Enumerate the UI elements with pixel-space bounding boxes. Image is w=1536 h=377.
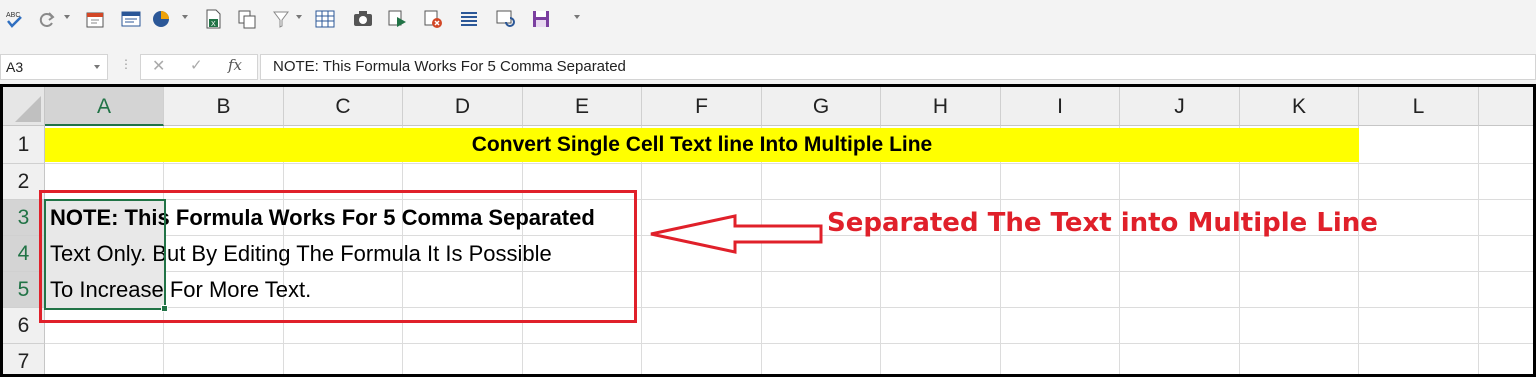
column-header-a[interactable]: A	[45, 87, 164, 126]
stop-icon[interactable]	[422, 8, 444, 30]
column-header-c[interactable]: C	[284, 87, 403, 126]
cell-b1-title[interactable]: Convert Single Cell Text line Into Multi…	[45, 128, 1359, 162]
annotation-text: Separated The Text into Multiple Line	[827, 208, 1378, 238]
column-header-i[interactable]: I	[1001, 87, 1120, 126]
spelling-icon[interactable]: ABC	[4, 8, 26, 30]
insert-function-icon[interactable]: fx	[228, 56, 242, 74]
formula-bar-grip-icon: ⋮	[120, 57, 132, 71]
calendar-icon[interactable]	[84, 8, 106, 30]
column-header-f[interactable]: F	[642, 87, 762, 126]
redo-icon[interactable]	[36, 8, 58, 30]
name-box-dropdown-icon[interactable]	[94, 65, 100, 69]
row-header-7[interactable]: 7	[3, 344, 45, 374]
quick-access-toolbar: ABC X	[0, 0, 1536, 40]
formula-input[interactable]: NOTE: This Formula Works For 5 Comma Sep…	[260, 54, 1536, 80]
cancel-icon[interactable]: ✕	[152, 56, 165, 76]
worksheet-grid[interactable]: ABCDEFGHIJKLM 1234567 Convert Single Cel…	[0, 84, 1536, 377]
pie-chart-icon[interactable]	[150, 8, 172, 30]
copy-icon[interactable]	[236, 8, 258, 30]
column-header-j[interactable]: J	[1120, 87, 1240, 126]
form-icon[interactable]	[120, 8, 142, 30]
export-excel-icon[interactable]: X	[202, 8, 224, 30]
column-header-g[interactable]: G	[762, 87, 881, 126]
column-header-b[interactable]: B	[164, 87, 284, 126]
redo-dropdown-icon[interactable]	[64, 15, 70, 19]
column-header-e[interactable]: E	[523, 87, 642, 126]
column-header-k[interactable]: K	[1240, 87, 1359, 126]
row-header-1[interactable]: 1	[3, 126, 45, 164]
column-header-m[interactable]: M	[1479, 87, 1533, 126]
refresh-icon[interactable]	[494, 8, 516, 30]
column-header-d[interactable]: D	[403, 87, 523, 126]
column-header-l[interactable]: L	[1359, 87, 1479, 126]
svg-text:X: X	[211, 21, 216, 28]
arrow-icon	[650, 214, 823, 254]
customize-icon[interactable]	[574, 15, 580, 19]
camera-icon[interactable]	[352, 8, 374, 30]
filter-icon[interactable]	[270, 8, 292, 30]
column-header-h[interactable]: H	[881, 87, 1001, 126]
save-icon[interactable]	[530, 8, 552, 30]
fit-icon[interactable]	[314, 8, 336, 30]
select-all-corner[interactable]	[3, 87, 45, 126]
enter-icon[interactable]: ✓	[190, 56, 203, 74]
list-icon[interactable]	[458, 8, 480, 30]
chart-dropdown-icon[interactable]	[182, 15, 188, 19]
formula-bar: A3 ⋮ ✕ ✓ fx NOTE: This Formula Works For…	[0, 40, 1536, 90]
spelling-label: ABC	[6, 12, 20, 19]
filter-dropdown-icon[interactable]	[296, 15, 302, 19]
grid-hline	[45, 163, 1533, 164]
name-box[interactable]: A3	[0, 54, 108, 80]
play-icon[interactable]	[386, 8, 408, 30]
grid-hline	[45, 343, 1533, 344]
highlight-box	[39, 190, 637, 323]
